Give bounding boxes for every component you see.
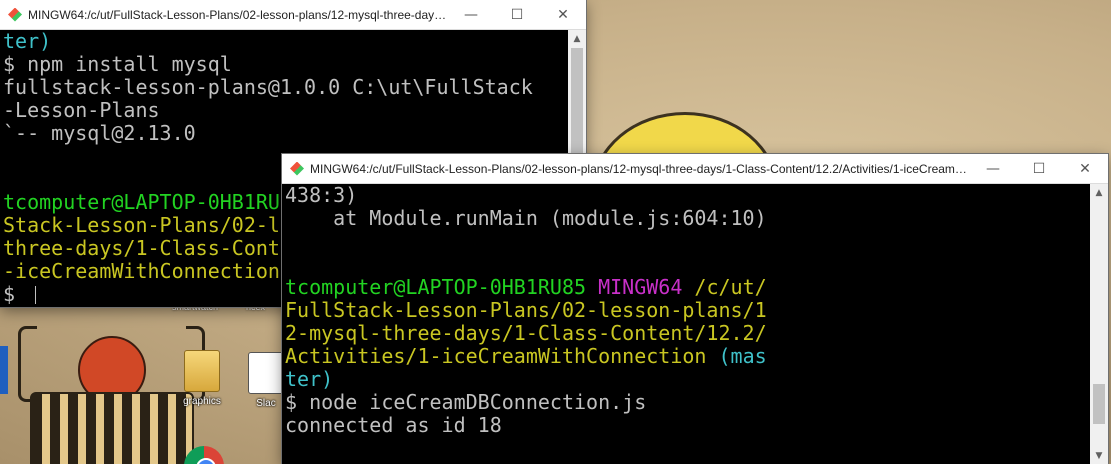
terminal-text: tcomputer@LAPTOP-0HB1RU85 bbox=[3, 190, 305, 214]
terminal-text: at Module.runMain (module.js:604:10) bbox=[285, 206, 767, 230]
mingw-icon bbox=[8, 7, 22, 22]
terminal-window-front[interactable]: MINGW64:/c/ut/FullStack-Lesson-Plans/02-… bbox=[282, 154, 1108, 464]
terminal-text: (mas bbox=[718, 344, 767, 368]
terminal-line: `-- mysql@2.13.0 bbox=[3, 122, 568, 145]
window-titlebar[interactable]: MINGW64:/c/ut/FullStack-Lesson-Plans/02-… bbox=[0, 0, 586, 30]
terminal-text: Activities/1-iceCreamWithConnection bbox=[285, 344, 707, 368]
wallpaper-figure-arm-left bbox=[18, 326, 37, 402]
scrollbar-thumb[interactable] bbox=[1093, 384, 1105, 424]
desktop-icon-label: Slac bbox=[256, 398, 276, 409]
terminal-line: connected as id 18 bbox=[285, 414, 1090, 437]
terminal-line: tcomputer@LAPTOP-0HB1RU85 MINGW64 /c/ut/ bbox=[285, 276, 1090, 299]
terminal-text: -iceCreamWithConnection bbox=[3, 259, 280, 283]
terminal-text: connected as id 18 bbox=[285, 413, 502, 437]
scroll-up-icon[interactable]: ▲ bbox=[1090, 184, 1108, 201]
terminal-line: -Lesson-Plans bbox=[3, 99, 568, 122]
terminal-text: $ bbox=[3, 282, 28, 306]
wallpaper-figure-body bbox=[30, 392, 194, 464]
close-button[interactable]: ✕ bbox=[1062, 154, 1108, 183]
terminal-line: fullstack-lesson-plans@1.0.0 C:\ut\FullS… bbox=[3, 76, 568, 99]
terminal-text: ter) bbox=[3, 30, 52, 53]
terminal-line: ter) bbox=[285, 368, 1090, 391]
terminal-output[interactable]: 438:3) at Module.runMain (module.js:604:… bbox=[282, 184, 1090, 464]
maximize-button[interactable]: ☐ bbox=[1016, 154, 1062, 183]
desktop-icon-graphics[interactable]: graphics bbox=[172, 350, 232, 407]
scrollbar[interactable]: ▲ ▼ bbox=[1090, 184, 1108, 464]
taskbar-edge bbox=[0, 346, 8, 394]
terminal-line: $ node iceCreamDBConnection.js bbox=[285, 391, 1090, 414]
window-title: MINGW64:/c/ut/FullStack-Lesson-Plans/02-… bbox=[310, 161, 970, 176]
terminal-text: FullStack-Lesson-Plans/02-lesson-plans/1 bbox=[285, 298, 767, 322]
terminal-text: 438:3) bbox=[285, 184, 358, 207]
scroll-up-icon[interactable]: ▲ bbox=[568, 30, 586, 47]
terminal-line: FullStack-Lesson-Plans/02-lesson-plans/1 bbox=[285, 299, 1090, 322]
text-cursor bbox=[35, 286, 37, 304]
terminal-text: -Lesson-Plans bbox=[3, 98, 160, 122]
terminal-text: 2-mysql-three-days/1-Class-Content/12.2/ bbox=[285, 321, 767, 345]
terminal-text: MINGW64 bbox=[598, 275, 683, 299]
terminal-text: fullstack-lesson-plans@1.0.0 C:\ut\FullS… bbox=[3, 75, 533, 99]
terminal-text: $ npm install mysql bbox=[3, 52, 232, 76]
slack-icon bbox=[248, 352, 284, 394]
terminal-line: ter) bbox=[3, 30, 568, 53]
window-title: MINGW64:/c/ut/FullStack-Lesson-Plans/02-… bbox=[28, 7, 448, 22]
maximize-button[interactable]: ☐ bbox=[494, 0, 540, 29]
desktop-icon-label: graphics bbox=[183, 396, 221, 407]
minimize-button[interactable]: — bbox=[448, 0, 494, 29]
close-button[interactable]: ✕ bbox=[540, 0, 586, 29]
terminal-line: Activities/1-iceCreamWithConnection (mas bbox=[285, 345, 1090, 368]
terminal-text: ter) bbox=[285, 367, 334, 391]
scroll-down-icon[interactable]: ▼ bbox=[1090, 447, 1108, 464]
terminal-line: at Module.runMain (module.js:604:10) bbox=[285, 207, 1090, 230]
terminal-line: $ npm install mysql bbox=[3, 53, 568, 76]
terminal-text: $ node iceCreamDBConnection.js bbox=[285, 390, 647, 414]
terminal-text: `-- mysql@2.13.0 bbox=[3, 121, 196, 145]
terminal-text: /c/ut/ bbox=[694, 275, 767, 299]
mingw-icon bbox=[290, 161, 304, 176]
terminal-line: 438:3) bbox=[285, 184, 1090, 207]
folder-icon bbox=[184, 350, 220, 392]
desktop-icon-slack[interactable]: Slac bbox=[248, 352, 284, 409]
window-titlebar[interactable]: MINGW64:/c/ut/FullStack-Lesson-Plans/02-… bbox=[282, 154, 1108, 184]
terminal-line: 2-mysql-three-days/1-Class-Content/12.2/ bbox=[285, 322, 1090, 345]
terminal-text: tcomputer@LAPTOP-0HB1RU85 bbox=[285, 275, 587, 299]
minimize-button[interactable]: — bbox=[970, 154, 1016, 183]
